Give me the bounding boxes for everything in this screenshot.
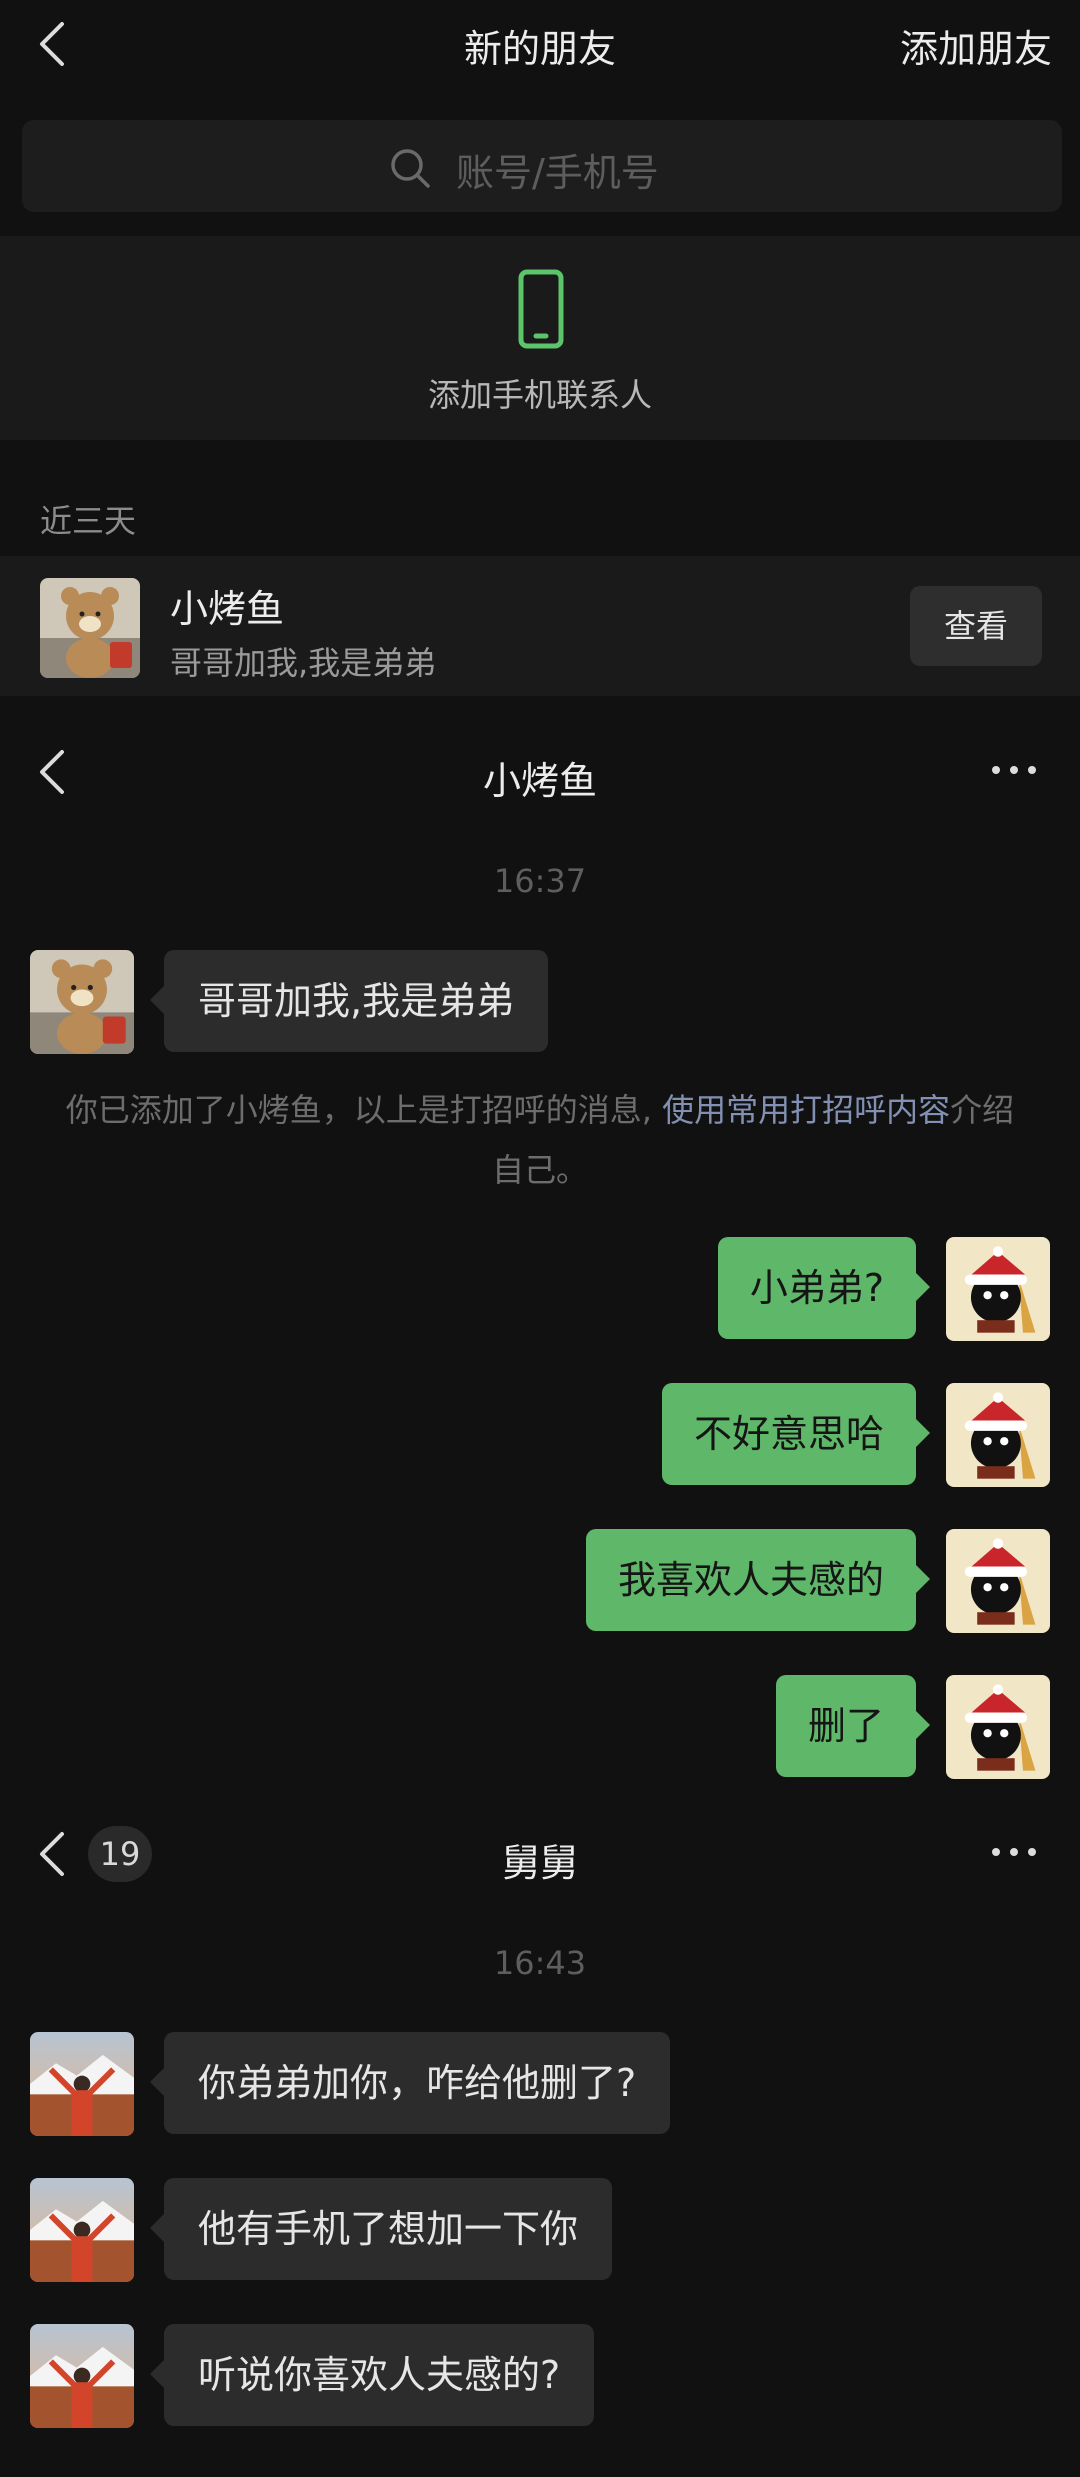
outgoing-message-bubble[interactable]: 我喜欢人夫感的 [585, 1529, 931, 1631]
back-icon[interactable] [30, 744, 80, 800]
outgoing-message-bubble[interactable]: 删了 [775, 1675, 931, 1777]
incoming-message-bubble[interactable]: 听说你喜欢人夫感的? [149, 2324, 595, 2426]
friend-greeting: 哥哥加我,我是弟弟 [170, 644, 437, 682]
incoming-message-bubble[interactable]: 你弟弟加你，咋给他删了? [149, 2032, 671, 2134]
outgoing-message-bubble[interactable]: 小弟弟? [717, 1237, 931, 1339]
incoming-message-bubble[interactable]: 哥哥加我,我是弟弟 [149, 950, 549, 1052]
chat-title: 舅舅 [501, 1841, 578, 1885]
avatar[interactable] [30, 2032, 134, 2136]
chat-title: 小烤鱼 [482, 759, 597, 803]
back-icon[interactable] [30, 1826, 80, 1882]
recent-section-label: 近三天 [40, 502, 137, 540]
self-avatar[interactable] [946, 1675, 1050, 1779]
unread-count-badge[interactable]: 19 [88, 1826, 152, 1882]
avatar[interactable] [30, 2178, 134, 2282]
search-placeholder: 账号/手机号 [456, 151, 659, 195]
add-phone-contacts-label: 添加手机联系人 [427, 376, 652, 414]
message-timestamp: 16:37 [493, 862, 587, 900]
system-notice-text: 你已添加了小烤鱼，以上是打招呼的消息, [65, 1091, 663, 1129]
screenshot: 新的朋友 添加朋友 账号/手机号 添加手机联系人 近三天 小烤鱼 哥哥加我,我是… [0, 0, 1080, 2477]
mobile-phone-icon [516, 268, 566, 350]
add-friends-button[interactable]: 添加朋友 [900, 18, 1052, 73]
avatar[interactable] [30, 2324, 134, 2428]
avatar[interactable] [30, 950, 134, 1054]
incoming-message-bubble[interactable]: 他有手机了想加一下你 [149, 2178, 613, 2280]
outgoing-message-bubble[interactable]: 不好意思哈 [661, 1383, 931, 1485]
self-avatar[interactable] [946, 1237, 1050, 1341]
view-button[interactable]: 查看 [910, 586, 1042, 666]
self-avatar[interactable] [946, 1529, 1050, 1633]
search-icon [388, 146, 432, 190]
greeting-template-link[interactable]: 使用常用打招呼内容 [662, 1091, 950, 1129]
friend-name: 小烤鱼 [170, 587, 285, 631]
more-dots-icon[interactable] [986, 1842, 1046, 1862]
page-title: 新的朋友 [463, 27, 616, 71]
back-icon[interactable] [30, 16, 80, 72]
message-timestamp: 16:43 [493, 1944, 587, 1982]
more-dots-icon[interactable] [986, 760, 1046, 780]
avatar[interactable] [40, 578, 140, 678]
system-notice: 你已添加了小烤鱼，以上是打招呼的消息, 使用常用打招呼内容介绍自己。 [60, 1080, 1020, 1200]
self-avatar[interactable] [946, 1383, 1050, 1487]
